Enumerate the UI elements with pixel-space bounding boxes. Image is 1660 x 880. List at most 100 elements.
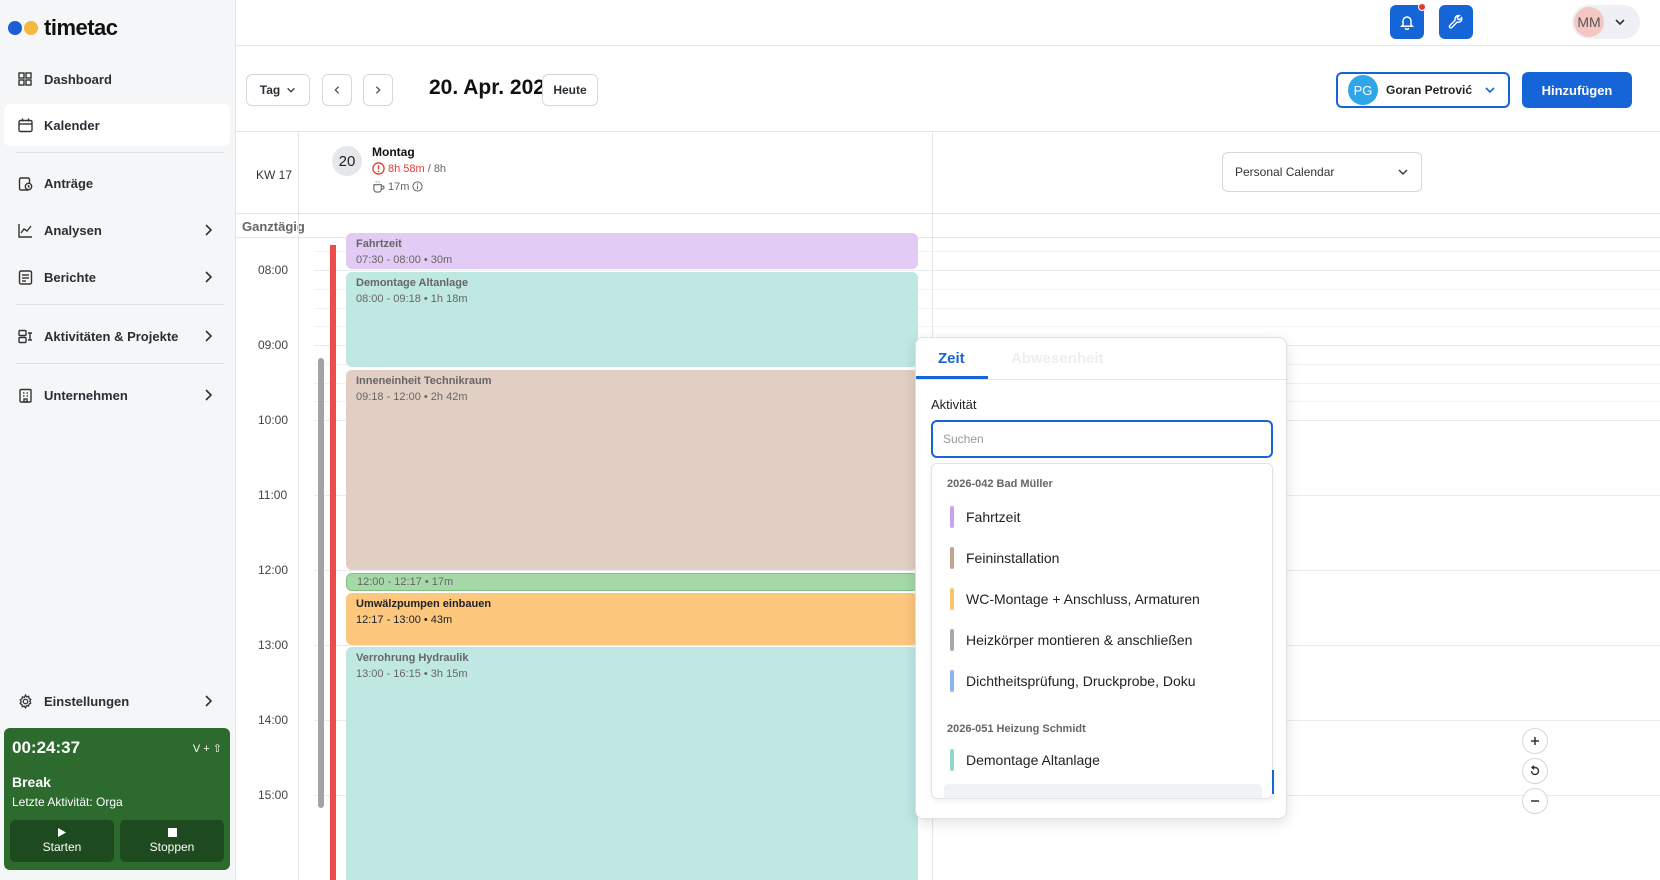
timer-shortcut: V + ⇧	[192, 743, 222, 755]
view-select-value: Tag	[259, 83, 281, 97]
sidebar: timetac Dashboard Kalender Anträge Analy…	[0, 0, 236, 880]
zoom-in-button[interactable]	[1522, 728, 1548, 754]
activity-option[interactable]: Demontage Altanlage	[932, 740, 1272, 780]
scrollbar-thumb[interactable]	[318, 358, 324, 808]
event-time: 13:00 - 16:15 • 3h 15m	[356, 668, 468, 680]
notification-dot	[1418, 3, 1426, 11]
zoom-out-button[interactable]	[1522, 788, 1548, 814]
play-icon	[58, 828, 66, 837]
calendar-event[interactable]: Inneneinheit Technikraum 09:18 - 12:00 •…	[346, 370, 918, 570]
activity-option[interactable]: Feininstallation	[932, 538, 1272, 578]
sidebar-item-unternehmen[interactable]: Unternehmen	[4, 374, 230, 416]
sidebar-item-kalender[interactable]: Kalender	[4, 104, 230, 146]
activity-option[interactable]: Fahrtzeit	[932, 497, 1272, 537]
activity-option-label: Dichtheitsprüfung, Druckprobe, Doku	[966, 673, 1196, 689]
timer-elapsed: 00:24:37	[12, 738, 81, 757]
dashboard-icon	[16, 70, 34, 88]
user-menu[interactable]: MM	[1572, 5, 1640, 39]
hour-line	[314, 270, 1660, 271]
coffee-icon	[373, 181, 385, 193]
time-tracker-widget: 00:24:37 V + ⇧ Break Letzte Aktivität: O…	[4, 728, 230, 870]
chevron-down-icon	[1615, 19, 1625, 26]
wrench-icon	[1448, 14, 1463, 29]
day-header: KW 17 20 Montag 8h 58m / 8h 17m Personal…	[236, 132, 1660, 214]
activity-dropdown: 2026-042 Bad Müller Fahrtzeit Feininstal…	[931, 463, 1273, 799]
target-time: / 8h	[427, 162, 447, 175]
tab-zeit[interactable]: Zeit	[938, 350, 965, 367]
activity-option[interactable]: Heizkörper montieren & anschließen	[932, 620, 1272, 660]
current-date-title: 20. Apr. 2026	[429, 76, 557, 99]
tools-button[interactable]	[1439, 5, 1473, 39]
event-time: 12:17 - 13:00 • 43m	[356, 614, 453, 626]
activity-search-input[interactable]	[931, 420, 1273, 458]
plus-icon	[1531, 737, 1539, 745]
day-number-badge[interactable]: 20	[332, 146, 362, 176]
notifications-button[interactable]	[1390, 3, 1426, 39]
employee-avatar: PG	[1348, 75, 1378, 105]
tab-abwesenheit[interactable]: Abwesenheit	[1011, 350, 1104, 367]
sidebar-item-einstellungen[interactable]: Einstellungen	[4, 680, 230, 722]
sidebar-item-antraege[interactable]: Anträge	[4, 162, 230, 204]
event-time: 09:18 - 12:00 • 2h 42m	[356, 391, 468, 403]
info-icon[interactable]	[412, 181, 423, 192]
activity-option[interactable]: WC-Montage + Anschluss, Armaturen	[932, 579, 1272, 619]
sidebar-item-label: Einstellungen	[44, 693, 130, 709]
calendar-event[interactable]: Umwälzpumpen einbauen 12:17 - 13:00 • 43…	[346, 593, 918, 645]
timetac-logo[interactable]: timetac	[8, 14, 118, 42]
project-group-label: 2026-042 Bad Müller	[947, 478, 1053, 490]
calendar-event[interactable]: Demontage Altanlage 08:00 - 09:18 • 1h 1…	[346, 272, 918, 367]
calendar-event[interactable]: Fahrtzeit 07:30 - 08:00 • 30m	[346, 233, 918, 269]
event-title: Umwälzpumpen einbauen	[356, 598, 492, 610]
sidebar-item-aktivitaeten-projekte[interactable]: Aktivitäten & Projekte	[4, 315, 230, 357]
sidebar-divider	[16, 152, 224, 153]
today-label: Heute	[553, 83, 587, 97]
sidebar-divider	[16, 304, 224, 305]
hour-label: 13:00	[258, 638, 289, 652]
chevron-right-icon	[205, 330, 213, 342]
time-entry-popup: Zeit Abwesenheit Aktivität 2026-042 Bad …	[915, 337, 1288, 819]
hour-label: 09:00	[258, 338, 289, 352]
start-label: Starten	[42, 840, 82, 854]
break-time: 17m	[388, 180, 410, 193]
activity-option-label: Heizkörper montieren & anschließen	[966, 632, 1193, 648]
stop-icon	[167, 828, 177, 837]
chart-line-icon	[16, 221, 34, 239]
logo-text: timetac	[44, 15, 118, 40]
view-select[interactable]: Tag	[246, 74, 310, 106]
activity-option-label: WC-Montage + Anschluss, Armaturen	[966, 591, 1200, 607]
worked-time: 8h 58m	[388, 162, 425, 175]
chevron-right-icon	[205, 271, 213, 283]
activity-option[interactable]: Dichtheitsprüfung, Druckprobe, Doku	[932, 661, 1272, 701]
start-button[interactable]: Starten	[10, 820, 114, 862]
building-icon	[16, 386, 34, 404]
calendar-event[interactable]: Verrohrung Hydraulik 13:00 - 16:15 • 3h …	[346, 647, 918, 880]
event-title: Verrohrung Hydraulik	[356, 652, 469, 664]
column-divider	[932, 132, 933, 214]
stop-button[interactable]: Stoppen	[120, 820, 224, 862]
zoom-controls	[1522, 728, 1552, 814]
top-bar: MM	[236, 0, 1660, 46]
week-number: KW 17	[256, 168, 293, 182]
chevron-down-icon	[1485, 87, 1495, 94]
activity-option-partial[interactable]	[944, 784, 1262, 798]
activity-color-swatch	[950, 506, 954, 528]
reset-zoom-button[interactable]	[1522, 758, 1548, 784]
hour-label: 11:00	[258, 488, 288, 502]
stop-label: Stoppen	[149, 840, 195, 854]
chevron-right-icon	[205, 389, 213, 401]
employee-select[interactable]: PG Goran Petrović	[1336, 72, 1510, 108]
sidebar-item-label: Aktivitäten & Projekte	[44, 328, 179, 344]
sidebar-item-berichte[interactable]: Berichte	[4, 256, 230, 298]
next-day-button[interactable]	[363, 74, 393, 106]
today-button[interactable]: Heute	[542, 74, 598, 106]
chevron-left-icon	[334, 86, 340, 94]
personal-calendar-select[interactable]: Personal Calendar	[1222, 152, 1422, 192]
break-event[interactable]: 12:00 - 12:17 • 17m	[346, 573, 918, 591]
sidebar-item-analysen[interactable]: Analysen	[4, 209, 230, 251]
chevron-right-icon	[205, 695, 213, 707]
activity-option-label: Fahrtzeit	[966, 509, 1021, 525]
sidebar-item-dashboard[interactable]: Dashboard	[4, 58, 230, 100]
add-button[interactable]: Hinzufügen	[1522, 72, 1632, 108]
timer-last-activity: Letzte Aktivität: Orga	[12, 795, 123, 809]
previous-day-button[interactable]	[322, 74, 352, 106]
